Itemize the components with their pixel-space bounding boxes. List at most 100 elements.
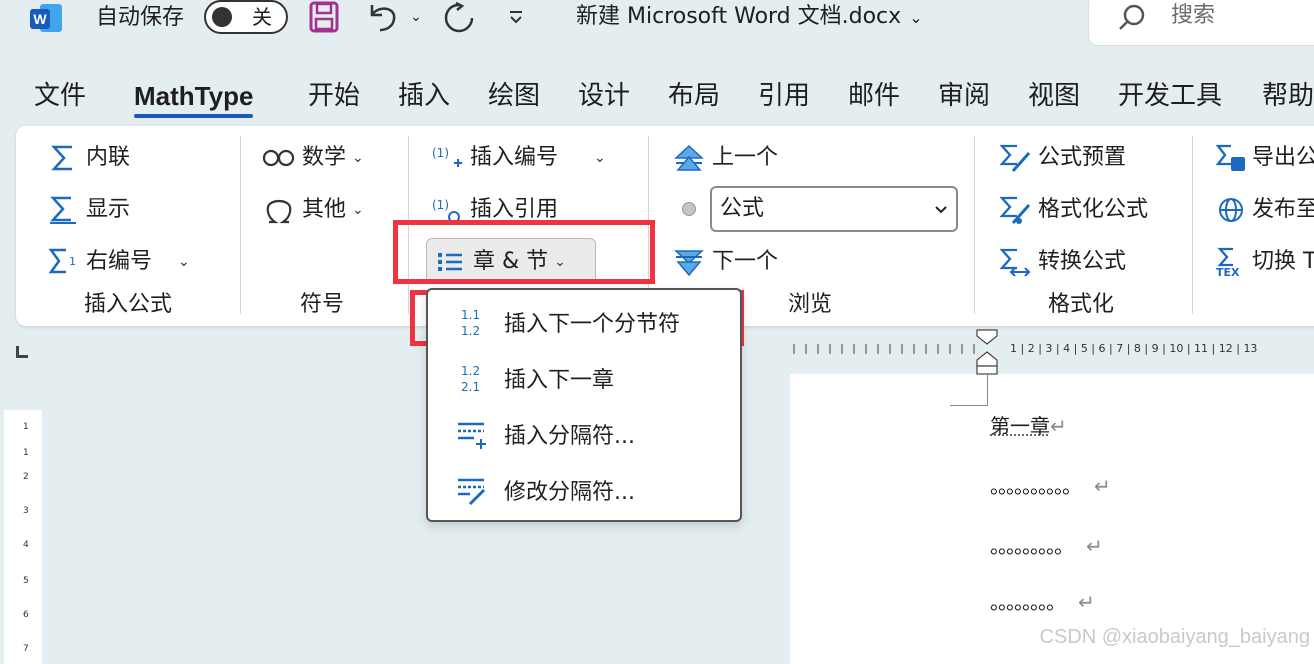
ruler-number: 7 <box>23 644 29 654</box>
tab-help[interactable]: 帮助 <box>1262 78 1314 114</box>
paragraph-mark-icon: ↵ <box>1078 590 1095 614</box>
save-icon[interactable] <box>306 0 342 34</box>
ruler-number: 4 <box>23 540 29 550</box>
word-logo-icon: W <box>30 4 64 32</box>
convert-icon <box>998 246 1032 278</box>
heading-text: 第一章 <box>990 414 1050 438</box>
display-equation-button[interactable]: 显示 <box>46 194 130 226</box>
insert-number-button[interactable]: (1) 插入编号 ⌄ <box>430 142 606 174</box>
document-line[interactable]: 。。。。。。。。 ↵ <box>990 588 1095 616</box>
group-label-browse: 浏览 <box>788 292 833 317</box>
svg-text:1.1: 1.1 <box>461 308 480 322</box>
line-text: 。。。。。。。。 <box>990 590 1066 614</box>
other-symbols-button[interactable]: 其他 ⌄ <box>262 194 364 226</box>
redo-icon[interactable] <box>440 0 478 34</box>
toggle-knob <box>212 7 232 27</box>
toggle-tex-button[interactable]: TEX 切换 T <box>1214 246 1314 278</box>
preset-icon <box>998 142 1032 174</box>
tab-insert[interactable]: 插入 <box>398 78 450 114</box>
ruler-number: 1 <box>1010 342 1017 355</box>
autosave-label: 自动保存 <box>96 5 185 30</box>
group-divider <box>974 136 975 314</box>
tab-mailings[interactable]: 邮件 <box>848 78 900 114</box>
right-numbered-label: 右编号 <box>86 249 153 274</box>
paragraph-mark-icon: ↵ <box>1094 474 1111 498</box>
document-line[interactable]: 。。。。。。。。。 ↵ <box>990 532 1103 560</box>
insert-number-icon: (1) <box>430 142 464 174</box>
tex-icon: TEX <box>1214 246 1248 278</box>
group-divider <box>240 136 241 314</box>
next-button[interactable]: 下一个 <box>672 246 778 278</box>
toggle-tex-label: 切换 T <box>1252 249 1314 274</box>
tab-review[interactable]: 审阅 <box>938 78 990 114</box>
insert-number-chevron-icon[interactable]: ⌄ <box>594 143 606 173</box>
highlight-chapter-section <box>393 220 655 284</box>
publish-button[interactable]: 发布至 <box>1214 194 1314 226</box>
tab-references[interactable]: 引用 <box>758 78 810 114</box>
format-equations-button[interactable]: 格式化公式 <box>998 194 1148 226</box>
margin-corner-marker <box>950 374 988 406</box>
inline-equation-button[interactable]: 内联 <box>46 142 130 174</box>
previous-button[interactable]: 上一个 <box>672 142 778 174</box>
title-chevron-icon: ⌄ <box>909 8 923 27</box>
tab-file[interactable]: 文件 <box>34 78 86 114</box>
format-equations-icon <box>998 194 1032 226</box>
menu-item-insert-break[interactable]: 插入分隔符... <box>428 406 740 462</box>
undo-icon[interactable] <box>364 0 402 34</box>
undo-dropdown-chevron-icon[interactable]: ⌄ <box>406 0 426 34</box>
chapter-number-icon: 1.2 2.1 <box>454 360 490 396</box>
publish-label: 发布至 <box>1252 197 1314 222</box>
line-text: 。。。。。。。。。。 <box>990 474 1082 498</box>
browse-type-select[interactable]: 公式 <box>710 186 958 232</box>
svg-text:2.1: 2.1 <box>461 380 480 394</box>
equation-preset-button[interactable]: 公式预置 <box>998 142 1126 174</box>
omega-icon <box>262 194 296 226</box>
export-label: 导出公 <box>1252 145 1314 170</box>
other-label: 其他 <box>302 197 347 222</box>
menu-item-insert-next-chapter[interactable]: 1.2 2.1 插入下一章 <box>428 350 740 406</box>
ruler-number: 5 <box>23 576 29 586</box>
ruler-number: 9 <box>1151 342 1159 355</box>
export-button[interactable]: 导出公 <box>1214 142 1314 174</box>
tab-selector-icon[interactable] <box>16 346 28 358</box>
ruler-number: 10 <box>1169 342 1184 355</box>
ruler-number: 3 <box>23 506 29 516</box>
math-symbols-button[interactable]: 数学 ⌄ <box>262 142 364 174</box>
document-line[interactable]: 。。。。。。。。。。 ↵ <box>990 472 1111 500</box>
tab-developer[interactable]: 开发工具 <box>1118 78 1222 114</box>
menu-item-insert-next-section[interactable]: 1.1 1.2 插入下一个分节符 <box>428 294 740 350</box>
convert-equations-button[interactable]: 转换公式 <box>998 246 1126 278</box>
customize-toolbar-icon[interactable] <box>504 0 528 34</box>
indent-marker-icon[interactable] <box>974 328 1000 376</box>
modify-break-icon <box>454 472 490 508</box>
tab-layout[interactable]: 布局 <box>668 78 720 114</box>
search-box[interactable]: 搜索 <box>1088 0 1314 46</box>
document-title[interactable]: 新建 Microsoft Word 文档.docx ⌄ <box>576 2 923 33</box>
display-label: 显示 <box>86 197 131 222</box>
tab-home[interactable]: 开始 <box>308 78 360 114</box>
search-icon <box>1117 3 1147 37</box>
ruler-number: 12 <box>1218 342 1233 355</box>
svg-text:(1): (1) <box>432 198 449 212</box>
tab-view[interactable]: 视图 <box>1028 78 1080 114</box>
ruler-number: 13 <box>1243 342 1258 355</box>
section-number-icon: 1.1 1.2 <box>454 304 490 340</box>
right-numbered-button[interactable]: 1 右编号 ⌄ <box>46 246 190 278</box>
ruler-number: 7 <box>1116 342 1124 355</box>
document-heading[interactable]: 第一章↵ <box>990 412 1067 440</box>
autosave-toggle[interactable]: 关 <box>204 0 288 34</box>
svg-text:1: 1 <box>69 255 76 268</box>
ruler-number: 1 <box>23 448 29 458</box>
globe-icon <box>1214 194 1248 226</box>
svg-text:TEX: TEX <box>1216 266 1240 277</box>
tab-draw[interactable]: 绘图 <box>488 78 540 114</box>
right-numbered-chevron-icon[interactable]: ⌄ <box>178 247 190 277</box>
tab-mathtype[interactable]: MathType <box>134 78 254 118</box>
tab-design[interactable]: 设计 <box>578 78 630 114</box>
ruler-number: 3 <box>1045 342 1053 355</box>
triangle-down-icon <box>672 246 706 278</box>
watermark: CSDN @xiaobaiyang_baiyang <box>1039 626 1310 648</box>
sigma-display-icon <box>46 194 80 226</box>
convert-equations-label: 转换公式 <box>1038 249 1127 274</box>
menu-item-modify-break[interactable]: 修改分隔符... <box>428 462 740 518</box>
